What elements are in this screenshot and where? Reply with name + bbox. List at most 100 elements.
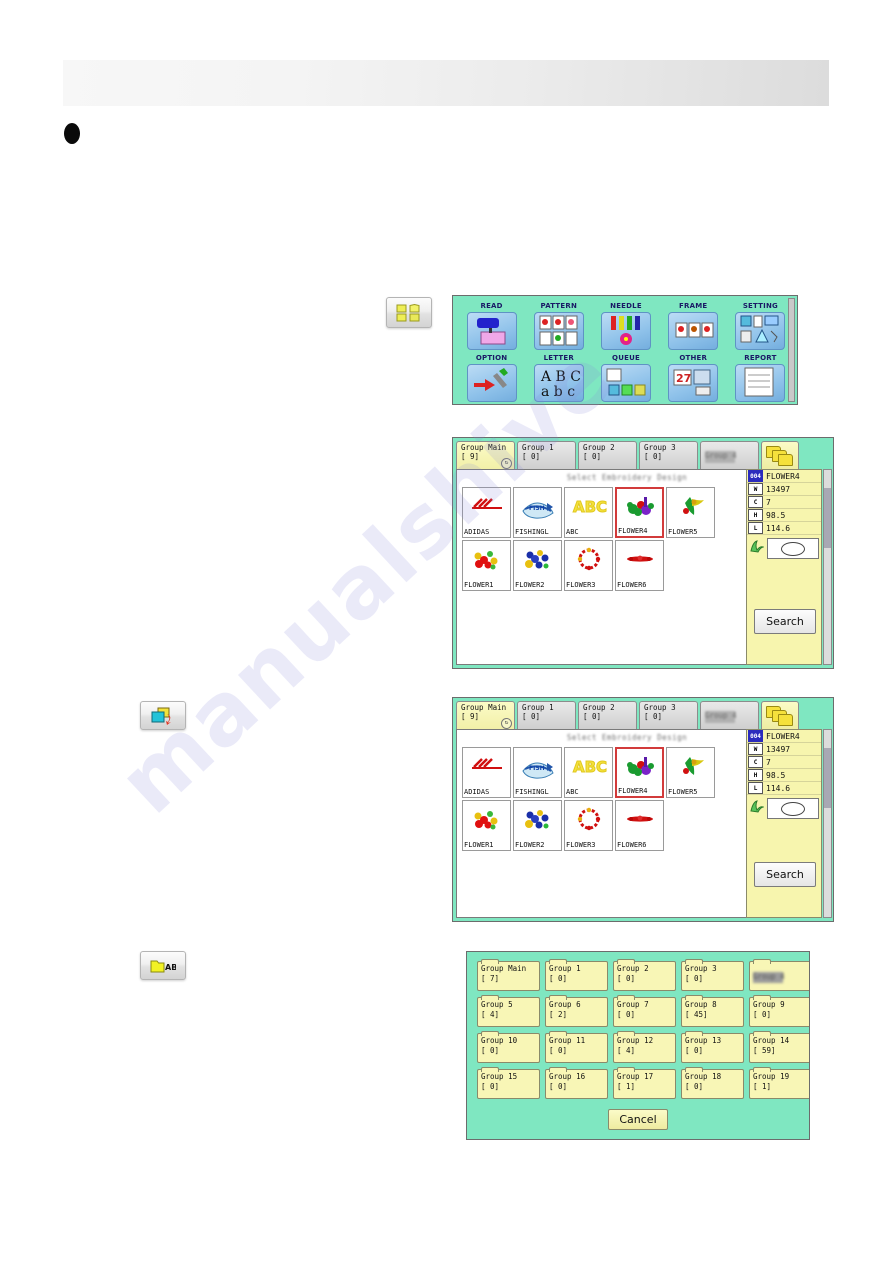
group-button-19[interactable]: Group 19[ 1]	[749, 1067, 809, 1099]
info-design-height-icon: H	[748, 509, 763, 521]
pattern-thumbnail[interactable]: FLOWER3	[564, 800, 613, 851]
cancel-button[interactable]: Cancel	[608, 1109, 668, 1130]
page-header-bar	[63, 60, 829, 106]
hoop-size-box[interactable]	[767, 538, 819, 559]
group-tab-2[interactable]: Group 2[ 0]	[578, 441, 637, 469]
menu-item-queue[interactable]: QUEUE	[595, 354, 656, 402]
letter-icon[interactable]: A B Ca b c	[533, 364, 584, 402]
hoop-selector-row[interactable]	[747, 538, 821, 559]
menu-item-letter[interactable]: LETTER A B Ca b c	[528, 354, 589, 402]
pattern-name: FLOWER1	[464, 581, 494, 589]
report-icon[interactable]	[735, 364, 786, 402]
menu-pattern-icon-button[interactable]	[386, 297, 432, 328]
needle-icon[interactable]	[600, 312, 651, 350]
svg-text:FISH: FISH	[529, 505, 545, 512]
group-button-3[interactable]: Group 3[ 0]	[681, 959, 744, 991]
group-tab-4[interactable]: Group 4	[700, 441, 759, 469]
option-icon[interactable]	[466, 364, 517, 402]
pattern-data-icon-button[interactable]	[140, 701, 186, 730]
menu-item-other[interactable]: OTHER 27	[663, 354, 724, 402]
group-tab-3[interactable]: Group 3[ 0]	[639, 441, 698, 469]
info-color-count-value: 7	[766, 757, 771, 767]
group-button-14[interactable]: Group 14[ 59]	[749, 1031, 809, 1063]
pattern-thumbnail[interactable]: FLOWER4	[615, 747, 664, 798]
group-tab-0[interactable]: Group Main[ 9] ↻	[456, 441, 515, 469]
pattern-thumbnail[interactable]: FLOWER3	[564, 540, 613, 591]
group-button-2[interactable]: Group 2[ 0]	[613, 959, 676, 991]
pattern-name: FISHINGL	[515, 528, 549, 536]
menu-item-option[interactable]: OPTION	[461, 354, 522, 402]
group-button-16[interactable]: Group 16[ 0]	[545, 1067, 608, 1099]
group-button-18[interactable]: Group 18[ 0]	[681, 1067, 744, 1099]
other-icon[interactable]: 27	[668, 364, 719, 402]
frame-icon[interactable]	[668, 312, 719, 350]
group-folders-button[interactable]	[761, 701, 799, 731]
pattern-art-flower3	[565, 542, 612, 576]
search-button[interactable]: Search	[754, 862, 816, 887]
folder-abc-icon: ABC	[150, 960, 176, 972]
group-tab-1[interactable]: Group 1[ 0]	[517, 441, 576, 469]
group-button-8[interactable]: Group 8[ 45]	[681, 995, 744, 1027]
pattern-thumbnail[interactable]: ABC ABC	[564, 487, 613, 538]
group-button-17[interactable]: Group 17[ 1]	[613, 1067, 676, 1099]
group-button-count: [ 0]	[753, 1010, 772, 1019]
group-tab-0[interactable]: Group Main[ 9] ↻	[456, 701, 515, 729]
svg-text:ABC: ABC	[573, 758, 607, 776]
group-button-15[interactable]: Group 15[ 0]	[477, 1067, 540, 1099]
group-button-7[interactable]: Group 7[ 0]	[613, 995, 676, 1027]
list-scrollbar[interactable]	[823, 729, 832, 918]
group-abc-icon-button[interactable]: ABC	[140, 951, 186, 980]
group-button-10[interactable]: Group 10[ 0]	[477, 1031, 540, 1063]
group-tab-4[interactable]: Group 4	[700, 701, 759, 729]
pattern-thumbnail[interactable]: FLOWER4	[615, 487, 664, 538]
group-tab-2[interactable]: Group 2[ 0]	[578, 701, 637, 729]
pattern-thumbnail[interactable]: FISH FISHINGL	[513, 487, 562, 538]
hoop-size-box[interactable]	[767, 798, 819, 819]
pattern-thumbnail[interactable]: ADIDAS	[462, 487, 511, 538]
pattern-thumbnail[interactable]: FLOWER6	[615, 540, 664, 591]
scrollbar-thumb[interactable]	[824, 748, 831, 808]
pattern-thumbnail[interactable]: FLOWER1	[462, 800, 511, 851]
menu-item-read[interactable]: READ	[461, 302, 522, 350]
menu-item-report[interactable]: REPORT	[730, 354, 791, 402]
menu-item-needle[interactable]: NEEDLE	[595, 302, 656, 350]
group-button-0[interactable]: Group Main[ 7]	[477, 959, 540, 991]
pattern-thumbnail[interactable]: ABC ABC	[564, 747, 613, 798]
menu-item-frame[interactable]: FRAME	[663, 302, 724, 350]
hoop-shape-icon	[781, 801, 805, 816]
group-button-12[interactable]: Group 12[ 4]	[613, 1031, 676, 1063]
pattern-thumbnail[interactable]: FLOWER6	[615, 800, 664, 851]
pattern-icon[interactable]	[533, 312, 584, 350]
group-button-5[interactable]: Group 5[ 4]	[477, 995, 540, 1027]
pattern-thumbnail[interactable]: FLOWER5	[666, 747, 715, 798]
search-button[interactable]: Search	[754, 609, 816, 634]
group-folders-button[interactable]	[761, 441, 799, 471]
list-scrollbar[interactable]	[823, 469, 832, 665]
read-icon[interactable]	[466, 312, 517, 350]
pattern-name: FLOWER2	[515, 581, 545, 589]
queue-icon[interactable]	[600, 364, 651, 402]
menu-scrollbar[interactable]	[788, 298, 795, 402]
pattern-thumbnail[interactable]: FLOWER1	[462, 540, 511, 591]
group-button-4[interactable]: Group 4	[749, 959, 809, 991]
group-tab-label: Group 4	[705, 451, 737, 463]
scrollbar-thumb[interactable]	[824, 488, 831, 548]
group-select-screen: Group Main[ 7] Group 1[ 0] Group 2[ 0] Grou…	[466, 951, 810, 1140]
pattern-thumbnail[interactable]: FLOWER2	[513, 800, 562, 851]
group-button-9[interactable]: Group 9[ 0]	[749, 995, 809, 1027]
pattern-thumbnail[interactable]: FISH FISHINGL	[513, 747, 562, 798]
group-tab-3[interactable]: Group 3[ 0]	[639, 701, 698, 729]
group-button-1[interactable]: Group 1[ 0]	[545, 959, 608, 991]
menu-item-setting[interactable]: SETTING	[730, 302, 791, 350]
group-button-13[interactable]: Group 13[ 0]	[681, 1031, 744, 1063]
group-tab-count: [ 0]	[583, 452, 602, 461]
pattern-thumbnail[interactable]: FLOWER5	[666, 487, 715, 538]
hoop-selector-row[interactable]	[747, 798, 821, 819]
menu-item-pattern[interactable]: PATTERN	[528, 302, 589, 350]
group-button-6[interactable]: Group 6[ 2]	[545, 995, 608, 1027]
group-button-11[interactable]: Group 11[ 0]	[545, 1031, 608, 1063]
group-tab-1[interactable]: Group 1[ 0]	[517, 701, 576, 729]
pattern-thumbnail[interactable]: FLOWER2	[513, 540, 562, 591]
pattern-thumbnail[interactable]: ADIDAS	[462, 747, 511, 798]
setting-icon[interactable]	[735, 312, 786, 350]
